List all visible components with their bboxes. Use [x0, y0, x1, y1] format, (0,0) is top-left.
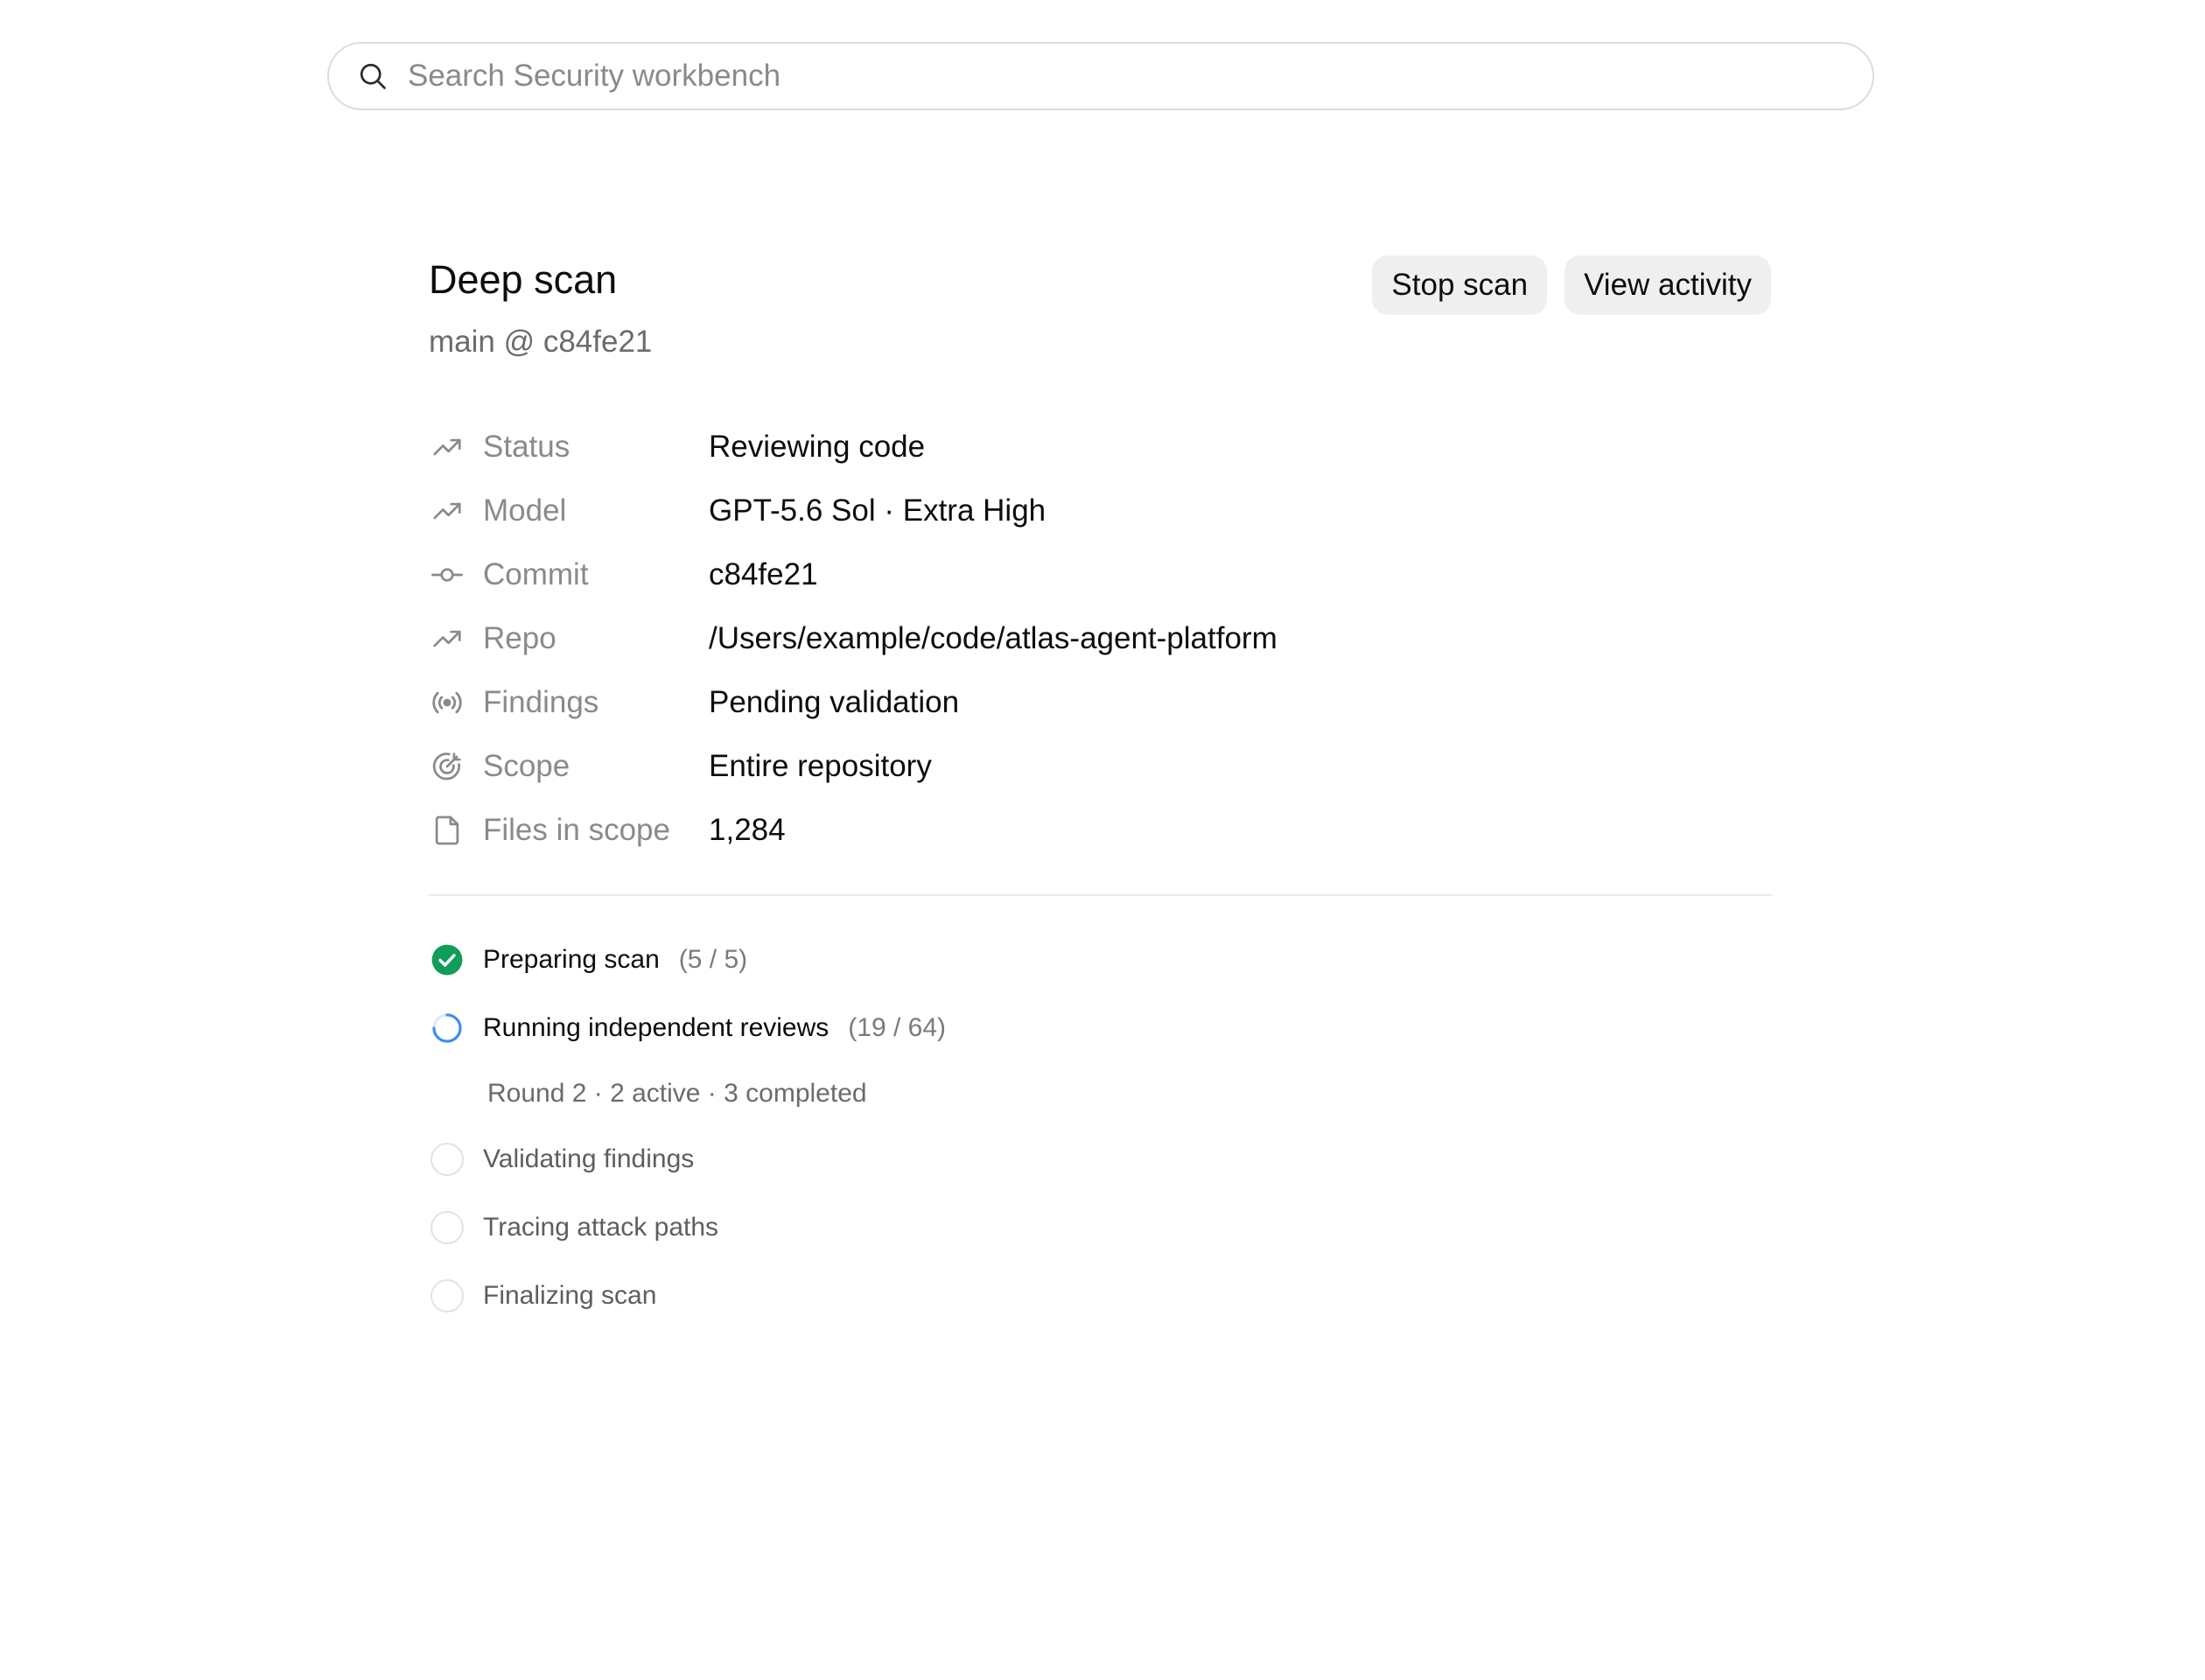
scan-details: Status Reviewing code Model GPT-5.6 Sol …	[429, 415, 1773, 862]
detail-row-files-in-scope: Files in scope 1,284	[429, 798, 1773, 862]
detail-label: Files in scope	[483, 812, 670, 847]
detail-value: Reviewing code	[709, 429, 926, 464]
empty-circle-icon	[429, 1209, 466, 1246]
detail-row-commit: Commit c84fe21	[429, 542, 1773, 606]
detail-label: Scope	[483, 748, 570, 783]
search-bar[interactable]	[327, 42, 1874, 110]
detail-value: /Users/example/code/atlas-agent-platform	[709, 620, 1278, 655]
step-count: (19 / 64)	[848, 1013, 947, 1042]
file-icon	[429, 812, 466, 849]
trend-up-icon	[429, 620, 466, 657]
check-circle-icon	[429, 942, 466, 978]
detail-row-scope: Scope Entire repository	[429, 734, 1773, 798]
detail-value: 1,284	[709, 812, 786, 847]
detail-value: Entire repository	[709, 748, 932, 783]
trend-up-icon	[429, 493, 466, 529]
page-title: Deep scan	[429, 257, 618, 302]
detail-row-findings: Findings Pending validation	[429, 670, 1773, 734]
branch-commit-subtitle: main @ c84fe21	[429, 325, 653, 359]
step-label: Finalizing scan	[483, 1281, 657, 1310]
step-preparing-scan: Preparing scan (5 / 5)	[429, 926, 1773, 994]
empty-circle-icon	[429, 1141, 466, 1178]
step-running-reviews: Running independent reviews (19 / 64)	[429, 994, 1773, 1062]
detail-label: Commit	[483, 556, 589, 592]
step-detail: Round 2 · 2 active · 3 completed	[487, 1079, 867, 1108]
target-icon	[429, 748, 466, 785]
empty-circle-icon	[429, 1278, 466, 1314]
detail-value: c84fe21	[709, 556, 818, 592]
detail-value: Pending validation	[709, 684, 960, 719]
step-label: Validating findings	[483, 1144, 695, 1173]
step-count: (5 / 5)	[678, 945, 748, 974]
step-finalizing-scan: Finalizing scan	[429, 1262, 1773, 1330]
detail-label: Status	[483, 429, 570, 464]
section-divider	[429, 894, 1773, 896]
scan-progress-steps: Preparing scan (5 / 5) Running independe…	[429, 926, 1773, 1330]
detail-row-status: Status Reviewing code	[429, 415, 1773, 479]
broadcast-icon	[429, 684, 466, 721]
detail-label: Model	[483, 493, 567, 528]
step-label: Tracing attack paths	[483, 1213, 719, 1242]
detail-row-model: Model GPT-5.6 Sol · Extra High	[429, 479, 1773, 542]
spinner-icon	[429, 1010, 466, 1046]
step-label: Preparing scan	[483, 945, 660, 974]
step-validating-findings: Validating findings	[429, 1125, 1773, 1194]
view-activity-button[interactable]: View activity	[1564, 256, 1771, 315]
trend-up-icon	[429, 429, 466, 466]
stop-scan-button[interactable]: Stop scan	[1372, 256, 1548, 315]
detail-label: Repo	[483, 620, 556, 655]
commit-icon	[429, 556, 466, 593]
detail-value: GPT-5.6 Sol · Extra High	[709, 493, 1046, 528]
detail-row-repo: Repo /Users/example/code/atlas-agent-pla…	[429, 606, 1773, 670]
header-actions: Stop scan View activity	[1372, 256, 1771, 315]
detail-label: Findings	[483, 684, 599, 719]
search-input[interactable]	[406, 58, 1846, 94]
search-icon	[355, 59, 390, 94]
step-tracing-attack-paths: Tracing attack paths	[429, 1194, 1773, 1262]
step-label: Running independent reviews	[483, 1013, 830, 1042]
